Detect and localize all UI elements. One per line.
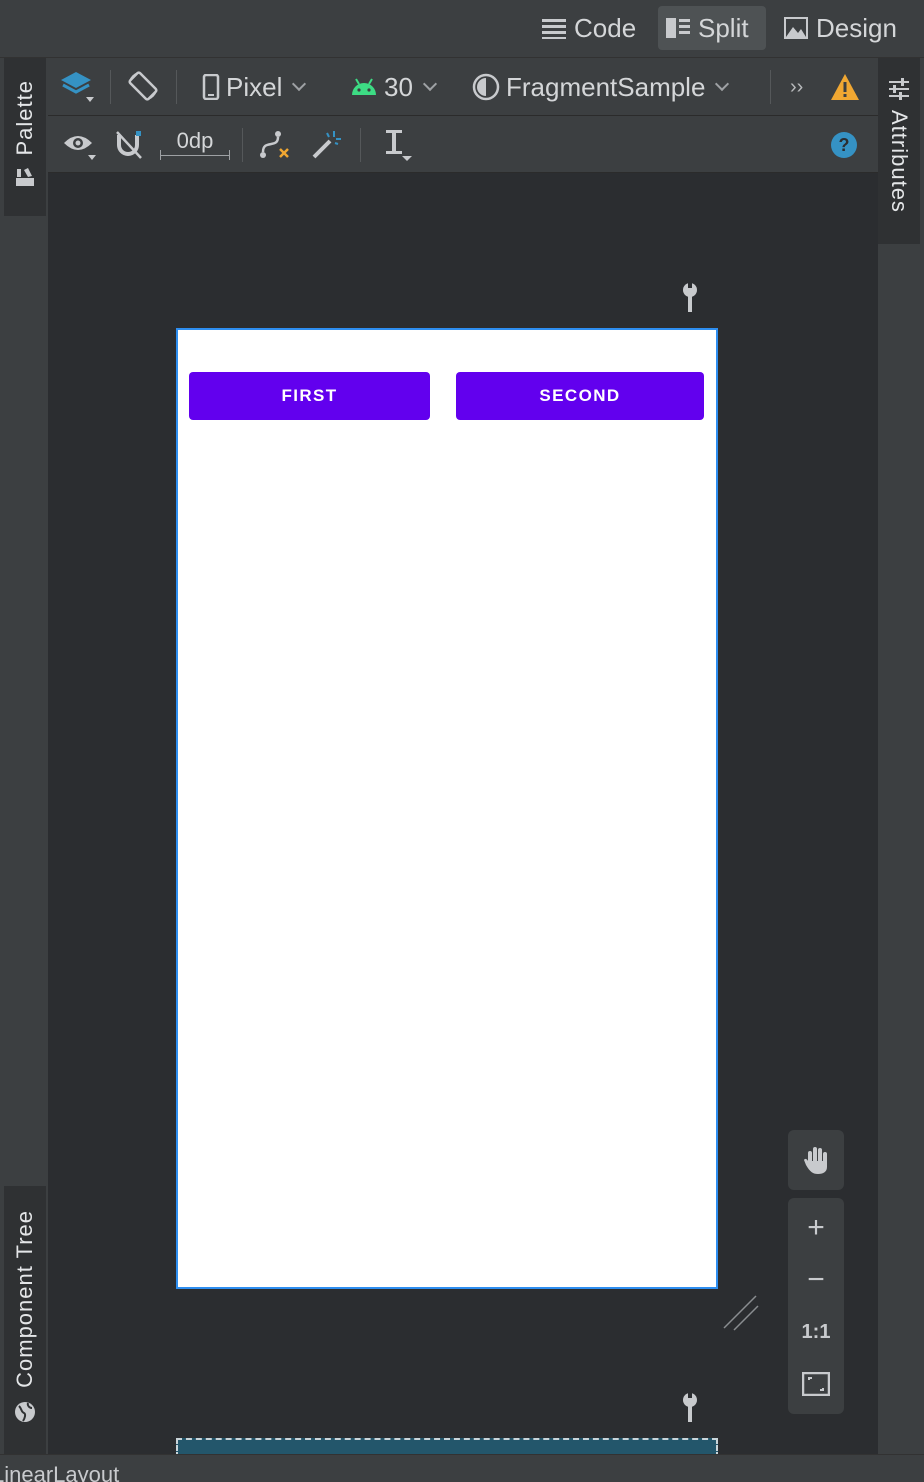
device-selector[interactable]: Pixel [202, 58, 310, 116]
attributes-tab[interactable]: Attributes [878, 58, 920, 244]
actual-size-button[interactable]: 1:1 [788, 1306, 844, 1358]
clear-constraints-icon [260, 130, 289, 158]
zoom-in-button[interactable]: + [788, 1202, 844, 1254]
android-icon [352, 78, 376, 95]
wrench-icon[interactable] [680, 282, 700, 314]
view-options-button[interactable] [62, 116, 98, 173]
rotate-device-icon [128, 71, 158, 101]
warning-icon [831, 74, 859, 100]
layers-icon [61, 72, 94, 102]
magnet-off-icon [116, 130, 142, 159]
first-button[interactable]: FIRST [189, 372, 430, 420]
palette-tab-label: Palette [12, 80, 37, 156]
margin-label: 0dp [176, 127, 214, 153]
right-tool-strip: Attributes [878, 58, 924, 1454]
infer-constraints-button[interactable] [310, 116, 342, 173]
resize-handle-icon[interactable] [722, 1294, 760, 1332]
theme-label: FragmentSample [506, 71, 706, 102]
theme-selector[interactable]: FragmentSample [472, 58, 733, 116]
pan-control [788, 1130, 844, 1190]
phone-icon [202, 74, 220, 100]
guidelines-icon [386, 129, 412, 161]
chevron-down-icon [715, 76, 730, 92]
api-level-label: 30 [384, 71, 413, 102]
zoom-controls: + − 1:1 [788, 1198, 844, 1414]
warnings-button[interactable] [830, 58, 860, 116]
chevron-down-icon [422, 76, 437, 92]
component-tree-tab-label: Component Tree [12, 1210, 37, 1388]
sliders-icon [889, 78, 909, 100]
design-toolbar: Pixel 30 FragmentSample ›› [48, 58, 878, 116]
component-tree-tab[interactable]: Component Tree [4, 1186, 46, 1454]
margin-field: 0dp [160, 127, 230, 160]
split-view-icon [666, 18, 690, 38]
magic-wand-icon [312, 130, 341, 158]
second-button[interactable]: SECOND [456, 372, 704, 420]
globe-icon [15, 1401, 35, 1422]
default-margins-button[interactable]: 0dp [160, 116, 230, 173]
view-mode-bar: Code Split Design [0, 0, 924, 58]
pan-button[interactable] [788, 1130, 844, 1190]
status-bar: LinearLayout [0, 1454, 924, 1482]
design-surface[interactable]: FIRST SECOND [176, 328, 718, 1289]
zoom-to-fit-button[interactable] [788, 1358, 844, 1410]
design-view-button[interactable]: Design [776, 6, 905, 50]
attributes-tab-label: Attributes [887, 110, 912, 213]
help-icon: ? [831, 131, 857, 158]
autoconnect-toggle[interactable] [114, 116, 146, 173]
split-view-button[interactable]: Split [658, 6, 766, 50]
clear-constraints-button[interactable] [256, 116, 292, 173]
palette-tab[interactable]: Palette [4, 58, 46, 216]
chevron-down-icon [292, 76, 307, 92]
orientation-button[interactable] [126, 58, 162, 116]
zoom-out-button[interactable]: − [788, 1254, 844, 1306]
design-view-label: Design [816, 12, 897, 43]
eye-icon [64, 135, 96, 160]
code-view-button[interactable]: Code [534, 6, 644, 50]
toolbar-overflow-button[interactable]: ›› [790, 58, 803, 116]
api-level-selector[interactable]: 30 [350, 58, 441, 116]
wrench-icon[interactable] [680, 1392, 700, 1424]
svg-text:?: ? [839, 135, 850, 155]
status-bar-text: LinearLayout [0, 1462, 120, 1482]
overflow-label: ›› [790, 75, 804, 98]
code-view-label: Code [574, 12, 637, 43]
code-lines-icon [542, 19, 566, 39]
fit-screen-icon [802, 1372, 830, 1396]
palette-icon [16, 167, 34, 186]
device-label: Pixel [226, 71, 283, 102]
layout-toolbar: 0dp ? [48, 116, 878, 173]
theme-icon [472, 73, 500, 101]
design-blueprint-toggle[interactable] [60, 58, 96, 116]
image-icon [784, 17, 808, 39]
left-tool-strip: Palette Component Tree [0, 58, 48, 1454]
align-baseline-button[interactable] [382, 116, 414, 173]
help-button[interactable]: ? [830, 116, 858, 173]
split-view-label: Split [698, 12, 749, 43]
hand-icon [804, 1147, 827, 1174]
